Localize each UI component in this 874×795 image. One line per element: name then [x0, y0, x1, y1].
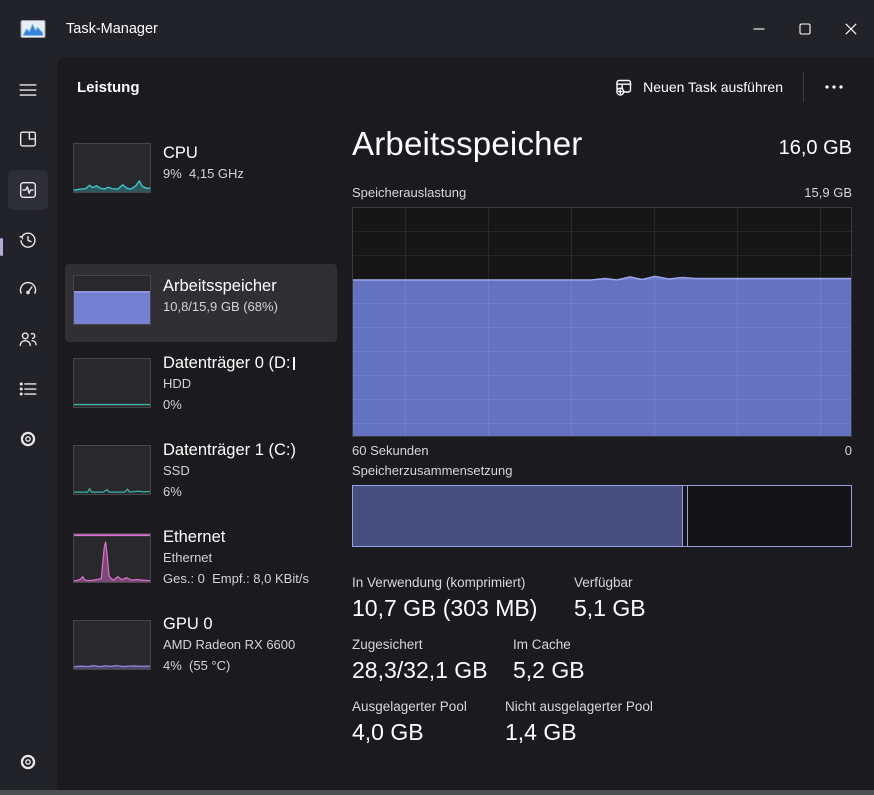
startup-apps-icon [19, 281, 37, 295]
title-bar: Task-Manager [0, 0, 874, 57]
settings-gear-icon [20, 754, 36, 770]
stat-value: 28,3/32,1 GB [352, 657, 488, 683]
sidebar-item-processes[interactable] [8, 119, 48, 159]
perf-item-title: CPU [163, 144, 198, 162]
perf-item-disk-1[interactable]: Datenträger 1 (C:) SSD 6% [65, 432, 337, 516]
close-icon [845, 22, 857, 35]
sidebar-item-users[interactable] [8, 319, 48, 359]
clipped-text-indicator [293, 357, 296, 371]
perf-item-title: Ethernet [163, 528, 226, 546]
perf-item-cpu[interactable]: CPU 9% 4,15 GHz [65, 135, 337, 201]
window-title: Task-Manager [66, 20, 158, 37]
task-manager-window: Task-Manager Leistung Neuen Task ausführ… [0, 0, 874, 795]
perf-item-sub: Ethernet [163, 550, 213, 566]
sidebar-item-startup-apps[interactable] [8, 269, 48, 309]
memory-composition-bar[interactable] [352, 485, 852, 547]
sidebar-item-services[interactable] [8, 419, 48, 459]
close-button[interactable] [828, 0, 874, 57]
sidebar-item-details[interactable] [8, 369, 48, 409]
perf-item-title: Datenträger 0 (D: [163, 354, 291, 372]
perf-item-sub2: 6% [163, 483, 182, 499]
navigation-rail [0, 57, 57, 790]
stat-value: 10,7 GB (303 MB) [352, 595, 538, 621]
composition-label: Speicherzusammensetzung [352, 463, 513, 478]
perf-item-sub2: Ges.: 0 Empf.: 8,0 KBit/s [163, 570, 309, 586]
content-area: Leistung Neuen Task ausführen CPU 9% 4,1… [57, 57, 874, 790]
more-options-button[interactable] [816, 78, 852, 96]
stat-value: 4,0 GB [352, 719, 424, 745]
window-controls [736, 0, 874, 57]
stat-label: Ausgelagerter Pool [352, 699, 467, 714]
perf-item-memory[interactable]: Arbeitsspeicher 10,8/15,9 GB (68%) [65, 264, 337, 342]
memory-total: 16,0 GB [778, 137, 852, 159]
details-icon [19, 382, 37, 396]
perf-item-sub: SSD [163, 463, 190, 479]
stat-label: Zugesichert [352, 637, 423, 652]
sidebar-item-app-history[interactable] [8, 220, 48, 260]
minimize-button[interactable] [736, 0, 782, 57]
minimize-icon [753, 27, 765, 30]
sidebar-item-performance[interactable] [8, 170, 48, 210]
stat-value: 1,4 GB [505, 719, 577, 745]
new-task-icon [616, 79, 632, 96]
usage-scale-max: 15,9 GB [804, 185, 852, 200]
perf-item-title: GPU 0 [163, 615, 213, 633]
run-new-task-button[interactable]: Neuen Task ausführen [605, 71, 791, 104]
perf-item-sub2: 4% (55 °C) [163, 657, 231, 673]
hamburger-menu-button[interactable] [8, 70, 48, 110]
stat-label: In Verwendung (komprimiert) [352, 575, 526, 590]
ellipsis-icon [825, 85, 843, 89]
task-manager-app-icon [20, 19, 46, 38]
settings-button[interactable] [8, 742, 48, 782]
detail-title: Arbeitsspeicher [352, 125, 583, 162]
app-history-icon [19, 232, 36, 248]
page-title: Leistung [77, 78, 140, 96]
run-new-task-label: Neuen Task ausführen [643, 79, 783, 95]
perf-item-title: Arbeitsspeicher [163, 277, 277, 295]
memory-usage-chart[interactable] [352, 207, 852, 437]
perf-item-sub: 9% 4,15 GHz [163, 166, 244, 182]
hamburger-menu-icon [19, 84, 37, 96]
page-header: Leistung Neuen Task ausführen [57, 57, 874, 117]
time-axis-right: 0 [844, 443, 852, 458]
memory-sparkline [73, 275, 151, 325]
maximize-button[interactable] [782, 0, 828, 57]
perf-item-sub: HDD [163, 376, 192, 392]
perf-item-gpu[interactable]: GPU 0 AMD Radeon RX 6600 4% (55 °C) [65, 606, 337, 690]
window-bottom-edge [0, 790, 874, 795]
header-divider [803, 72, 804, 102]
memory-stats: In Verwendung (komprimiert) 10,7 GB (303… [352, 575, 682, 761]
perf-item-ethernet[interactable]: Ethernet Ethernet Ges.: 0 Empf.: 8,0 KBi… [65, 519, 337, 603]
ethernet-sparkline [73, 533, 151, 583]
chart-gridlines [353, 208, 851, 436]
disk0-sparkline [73, 358, 151, 408]
selected-indicator [0, 238, 3, 256]
disk1-sparkline [73, 445, 151, 495]
perf-item-sub: 10,8/15,9 GB (68%) [163, 299, 278, 315]
users-icon [19, 332, 37, 347]
stat-value: 5,2 GB [513, 657, 585, 683]
time-axis-left: 60 Sekunden [352, 443, 429, 458]
composition-in-use-segment [353, 486, 683, 546]
perf-item-title: Datenträger 1 (C:) [163, 441, 296, 459]
gpu-sparkline [73, 620, 151, 670]
usage-chart-label: Speicherauslastung [352, 185, 467, 200]
cpu-sparkline [73, 143, 151, 193]
stat-value: 5,1 GB [574, 595, 646, 621]
perf-item-sub2: 0% [163, 396, 182, 412]
perf-item-sub: AMD Radeon RX 6600 [163, 637, 296, 653]
services-icon [20, 431, 36, 447]
performance-icon [19, 181, 37, 199]
perf-item-disk-0[interactable]: Datenträger 0 (D: HDD 0% [65, 345, 337, 429]
stat-label: Im Cache [513, 637, 571, 652]
maximize-icon [799, 22, 811, 35]
stat-label: Nicht ausgelagerter Pool [505, 699, 653, 714]
composition-segment-divider [687, 486, 688, 546]
processes-icon [19, 131, 37, 147]
stat-label: Verfügbar [574, 575, 633, 590]
